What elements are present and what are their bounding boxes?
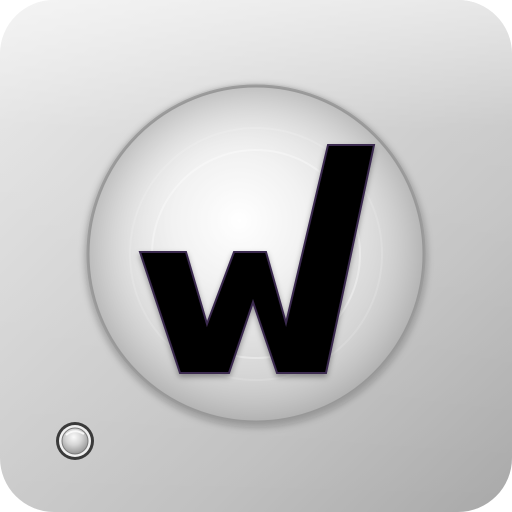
app-icon-tile[interactable]: [0, 0, 512, 512]
app-icon-canvas: w: [0, 0, 512, 512]
metal-button[interactable]: [56, 422, 94, 460]
w-checkmark-logo-icon: [0, 0, 512, 512]
